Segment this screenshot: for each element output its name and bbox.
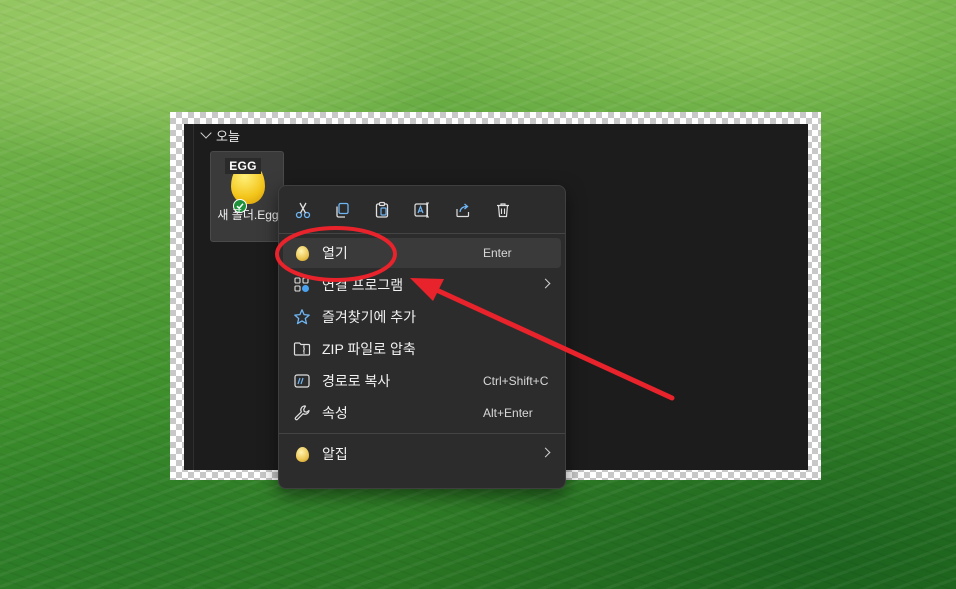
group-header-today[interactable]: 오늘: [200, 126, 240, 144]
copy-button[interactable]: [326, 196, 358, 224]
menu-item-label: 열기: [322, 245, 348, 261]
zip-folder-icon: [293, 341, 311, 357]
menu-item-open[interactable]: 열기 Enter: [283, 238, 561, 268]
egg-icon: [293, 245, 311, 261]
menu-item-compress-zip[interactable]: ZIP 파일로 압축: [283, 334, 561, 364]
menu-item-shortcut: Alt+Enter: [483, 406, 533, 420]
paste-button[interactable]: [366, 196, 398, 224]
copy-path-icon: [293, 373, 311, 389]
context-menu: 열기 Enter 연결 프로그램 즐겨찾기에 추가 ZIP 파일로 압축 경로로…: [278, 185, 566, 489]
star-icon: [293, 309, 311, 325]
menu-item-label: 연결 프로그램: [322, 277, 404, 293]
egg-file-icon: EGG: [225, 156, 271, 213]
menu-item-shortcut: Enter: [483, 246, 512, 260]
paste-icon: [375, 201, 389, 218]
group-header-label: 오늘: [216, 128, 240, 144]
menu-item-shortcut: Ctrl+Shift+C: [483, 374, 549, 388]
file-name: 새 폴더.Egg: [217, 208, 279, 222]
menu-item-open-with[interactable]: 연결 프로그램: [283, 270, 561, 300]
egg-icon: [293, 446, 311, 462]
menu-item-label: 즐겨찾기에 추가: [322, 309, 417, 325]
rename-button[interactable]: [406, 196, 438, 224]
wrench-icon: [293, 405, 311, 421]
chevron-down-icon: [200, 126, 212, 139]
menu-item-label: 알집: [322, 446, 348, 462]
egg-icon-text: EGG: [225, 158, 261, 174]
rename-icon: [414, 202, 429, 218]
delete-button[interactable]: [487, 196, 519, 224]
menu-item-label: 속성: [322, 405, 348, 421]
cut-icon: [295, 202, 311, 219]
navigation-edge: [184, 124, 194, 470]
menu-item-add-to-favorites[interactable]: 즐겨찾기에 추가: [283, 302, 561, 332]
chevron-right-icon: [540, 278, 551, 289]
share-icon: [456, 203, 470, 218]
open-with-icon: [293, 277, 311, 293]
toolbar-divider: [279, 233, 565, 234]
menu-item-label: 경로로 복사: [322, 373, 391, 389]
menu-item-alzip[interactable]: 알집: [283, 439, 561, 469]
cut-button[interactable]: [287, 196, 319, 224]
delete-icon: [497, 203, 509, 218]
menu-item-copy-as-path[interactable]: 경로로 복사 Ctrl+Shift+C: [283, 366, 561, 396]
menu-divider: [279, 433, 565, 434]
context-menu-toolbar: [279, 196, 565, 224]
share-button[interactable]: [447, 196, 479, 224]
copy-icon: [336, 202, 349, 218]
chevron-right-icon: [540, 447, 551, 458]
menu-item-properties[interactable]: 속성 Alt+Enter: [283, 398, 561, 428]
menu-item-label: ZIP 파일로 압축: [322, 341, 416, 357]
file-item-egg[interactable]: EGG 새 폴더.Egg: [210, 151, 284, 242]
